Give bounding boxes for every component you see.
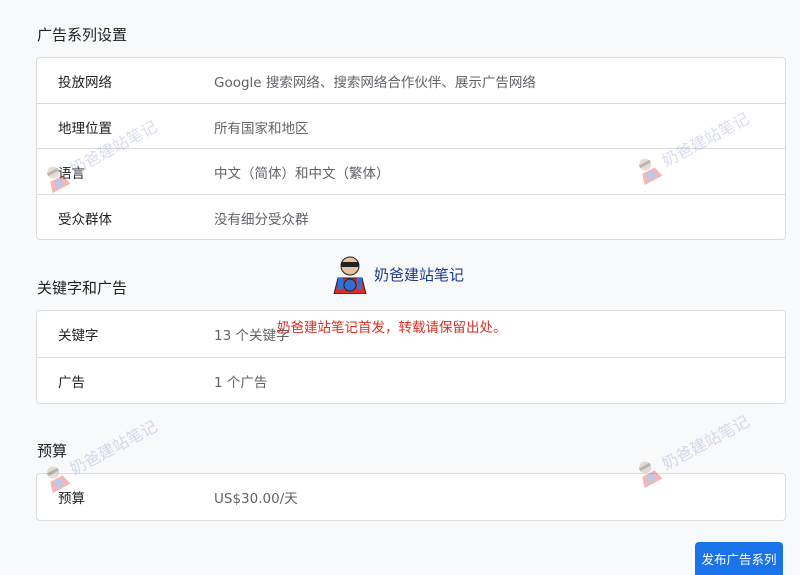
section-title-budget: 预算 <box>37 442 68 460</box>
watermark-text: 奶爸建站笔记 <box>658 411 753 474</box>
center-watermark-text: 奶爸建站笔记 <box>374 265 465 284</box>
settings-row-locations[interactable]: 地理位置 所有国家和地区 <box>37 103 785 149</box>
budget-card: 预算 US$30.00/天 <box>36 473 786 521</box>
row-value: US$30.00/天 <box>214 491 298 507</box>
budget-row[interactable]: 预算 US$30.00/天 <box>37 474 785 520</box>
row-value: 没有细分受众群 <box>214 211 309 228</box>
row-value: Google 搜索网络、搜索网络合作伙伴、展示广告网络 <box>214 75 536 91</box>
settings-row-languages[interactable]: 语言 中文（简体）和中文（繁体） <box>37 148 785 194</box>
row-value: 中文（简体）和中文（繁体） <box>214 165 390 182</box>
row-label: 关键字 <box>58 328 99 344</box>
superhero-avatar-icon <box>333 256 367 294</box>
settings-row-audiences[interactable]: 受众群体 没有细分受众群 <box>37 194 785 240</box>
campaign-settings-card: 投放网络 Google 搜索网络、搜索网络合作伙伴、展示广告网络 地理位置 所有… <box>36 57 786 240</box>
row-label: 投放网络 <box>58 75 112 91</box>
campaign-review-page: 广告系列设置 投放网络 Google 搜索网络、搜索网络合作伙伴、展示广告网络 … <box>0 0 800 575</box>
center-watermark: 奶爸建站笔记 <box>330 254 464 294</box>
row-label: 地理位置 <box>58 120 112 137</box>
section-title-keywords-ads: 关键字和广告 <box>37 279 128 297</box>
row-label: 预算 <box>58 491 85 507</box>
section-title-campaign-settings: 广告系列设置 <box>37 26 128 44</box>
publish-campaign-button[interactable]: 发布广告系列 <box>695 542 783 575</box>
ads-row[interactable]: 广告 1 个广告 <box>37 357 785 403</box>
row-value: 1 个广告 <box>214 374 268 391</box>
row-label: 受众群体 <box>58 211 112 228</box>
row-value: 所有国家和地区 <box>214 120 309 137</box>
row-label: 广告 <box>58 374 85 391</box>
settings-row-networks[interactable]: 投放网络 Google 搜索网络、搜索网络合作伙伴、展示广告网络 <box>37 58 785 104</box>
row-label: 语言 <box>58 165 85 182</box>
repost-notice: 奶爸建站笔记首发，转载请保留出处。 <box>277 320 507 336</box>
watermark-text: 奶爸建站笔记 <box>66 416 161 479</box>
